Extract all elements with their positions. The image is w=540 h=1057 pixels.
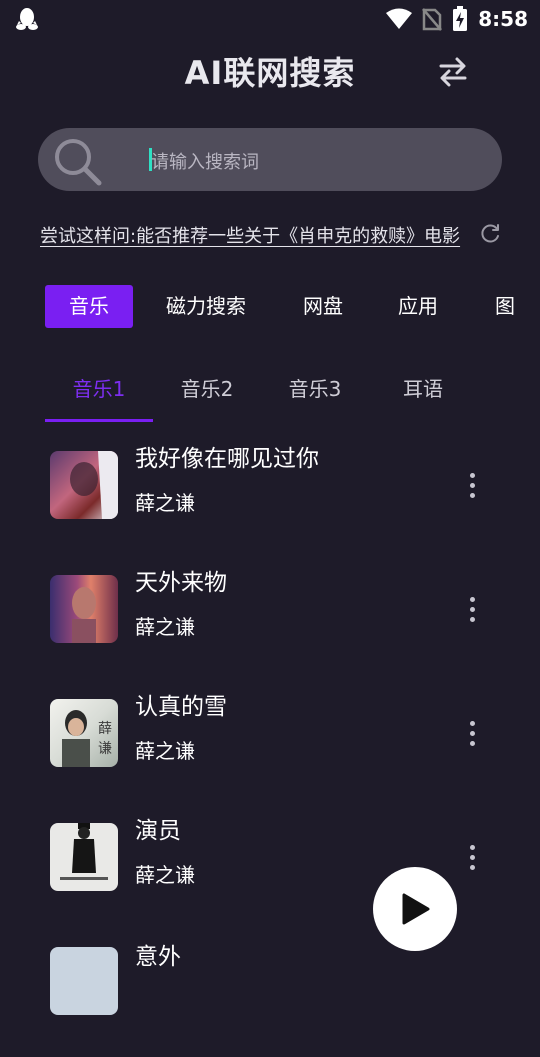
more-options-button[interactable] — [462, 583, 482, 635]
song-title: 天外来物 — [135, 570, 227, 596]
suggestion-link[interactable]: 尝试这样问:能否推荐一些关于《肖申克的救赎》电影 — [40, 222, 460, 248]
qq-icon — [16, 8, 38, 30]
category-tab-images[interactable]: 图 — [485, 285, 525, 328]
refresh-icon[interactable] — [479, 223, 501, 249]
svg-text:薛: 薛 — [98, 721, 112, 737]
album-cover — [50, 575, 118, 643]
subtab-music1[interactable]: 音乐1 — [45, 373, 153, 402]
svg-text:谦: 谦 — [98, 741, 112, 757]
category-tab-magnet[interactable]: 磁力搜索 — [148, 285, 264, 328]
song-artist: 薛之谦 — [135, 863, 195, 887]
more-icon — [470, 597, 475, 602]
song-item[interactable]: 薛谦 认真的雪 薛之谦 — [50, 694, 500, 809]
battery-charging-icon — [453, 6, 468, 31]
more-options-button[interactable] — [462, 707, 482, 759]
status-time: 8:58 — [478, 7, 528, 31]
subtab-music3[interactable]: 音乐3 — [261, 373, 369, 402]
album-cover — [50, 823, 118, 891]
song-item[interactable]: 天外来物 薛之谦 — [50, 570, 500, 685]
more-icon — [470, 473, 475, 478]
wifi-icon — [386, 8, 413, 29]
more-icon — [470, 721, 475, 726]
swap-button[interactable] — [437, 55, 469, 87]
search-input[interactable]: 请输入搜索词 — [151, 148, 259, 174]
song-title: 意外 — [135, 944, 181, 970]
song-title: 演员 — [135, 818, 181, 844]
category-tabs: 音乐 磁力搜索 网盘 应用 图 — [45, 285, 540, 329]
search-bar[interactable]: 请输入搜索词 — [38, 128, 502, 191]
more-icon — [470, 845, 475, 850]
song-artist: 薛之谦 — [135, 615, 195, 639]
status-bar: 8:58 — [0, 0, 540, 38]
search-icon[interactable] — [51, 135, 105, 193]
category-tab-music[interactable]: 音乐 — [45, 285, 133, 328]
category-tab-netdisk[interactable]: 网盘 — [278, 285, 368, 328]
more-options-button[interactable] — [462, 459, 482, 511]
subtab-whisper[interactable]: 耳语 — [369, 373, 477, 402]
category-tab-apps[interactable]: 应用 — [373, 285, 463, 328]
subtab-indicator — [45, 419, 153, 422]
song-title: 我好像在哪见过你 — [135, 446, 319, 472]
play-icon — [402, 893, 430, 925]
subtab-music2[interactable]: 音乐2 — [153, 373, 261, 402]
song-title: 认真的雪 — [135, 694, 227, 720]
album-cover: 薛谦 — [50, 699, 118, 767]
song-item[interactable]: 我好像在哪见过你 薛之谦 — [50, 446, 500, 561]
song-artist: 薛之谦 — [135, 491, 195, 515]
no-sim-icon — [422, 8, 443, 31]
album-cover — [50, 451, 118, 519]
more-options-button[interactable] — [462, 831, 482, 883]
song-item[interactable]: 意外 — [50, 944, 500, 1057]
play-button[interactable] — [373, 867, 457, 951]
song-artist: 薛之谦 — [135, 739, 195, 763]
album-cover — [50, 947, 118, 1015]
swap-arrows-icon — [439, 57, 467, 87]
